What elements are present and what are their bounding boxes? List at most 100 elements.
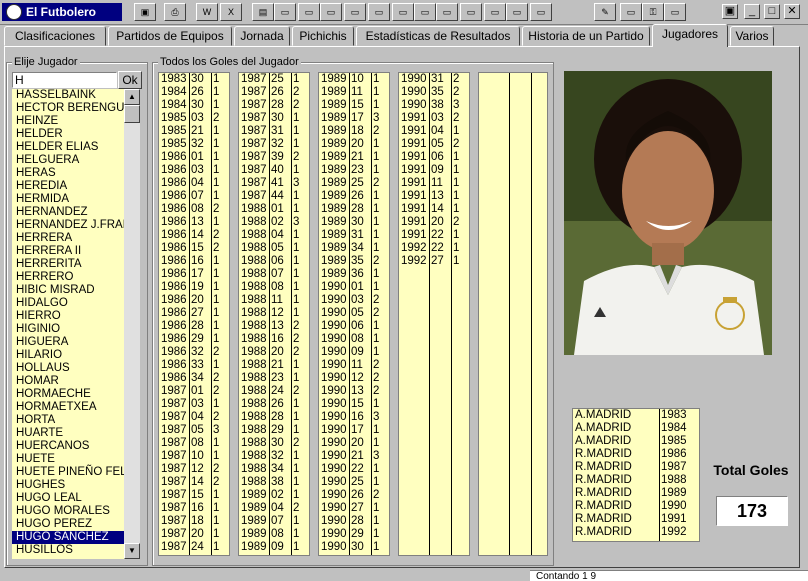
toolbar-window-icon[interactable]: ▭ [484,3,506,21]
player-list-item[interactable]: HORMAECHE [12,388,124,401]
goal-year: 1989 [241,528,267,540]
goal-goals: 1 [293,294,300,306]
toolbar-window-icon[interactable]: ▭ [664,3,686,21]
goal-year: 1989 [321,255,347,267]
player-list-item[interactable]: HEINZE [12,115,124,128]
scroll-down-icon[interactable]: ▼ [124,543,140,559]
player-list-item[interactable]: HERMIDA [12,193,124,206]
goal-row: 1990 20 1 [319,437,389,450]
player-search-input[interactable]: H [12,72,117,88]
toolbar-window-icon[interactable]: ▭ [320,3,342,21]
player-list-item[interactable]: HERRERA II [12,245,124,258]
tab-partidos-de-equipos[interactable]: Partidos de Equipos [108,26,232,46]
toolbar-word-icon[interactable]: W [196,3,218,21]
player-list-item[interactable]: HORMAETXEA [12,401,124,414]
toolbar-excel-icon[interactable]: X [220,3,242,21]
toolbar-window-icon[interactable]: ▭ [414,3,436,21]
goal-goals: 2 [293,151,300,163]
toolbar-window-icon[interactable]: ▭ [344,3,366,21]
goal-matchday: 34 [351,242,364,254]
goal-matchday: 16 [351,411,364,423]
player-list-item[interactable]: HERAS [12,167,124,180]
player-list-item[interactable]: HUGO LEAL [12,492,124,505]
player-list-item[interactable]: HIDALGO [12,297,124,310]
toolbar-window-icon[interactable]: ▭ [460,3,482,21]
goal-year: 1990 [321,515,347,527]
app-icon-button[interactable]: ▣ [722,4,738,19]
player-list-scrollbar[interactable]: ▲ ▼ [124,89,140,559]
scroll-up-icon[interactable]: ▲ [124,89,140,105]
goal-year: 1989 [321,164,347,176]
toolbar-save-icon[interactable]: ▣ [134,3,156,21]
tab-clasificaciones[interactable]: Clasificaciones [4,26,106,46]
toolbar-window-icon[interactable]: ▭ [436,3,458,21]
player-list-item[interactable]: HUETE [12,453,124,466]
toolbar-window-icon[interactable]: ▭ [368,3,390,21]
player-list-item[interactable]: HUGO MORALES [12,505,124,518]
toolbar-window-icon[interactable]: ▭ [298,3,320,21]
player-list-item[interactable]: HELGUERA [12,154,124,167]
player-list-item[interactable]: HIGINIO [12,323,124,336]
player-list-item[interactable]: HOLLAUS [12,362,124,375]
tab-varios[interactable]: Varios [730,26,774,46]
toolbar-window-icon[interactable]: ▭ [620,3,642,21]
player-list-item[interactable]: HASSELBAINK [12,89,124,102]
scroll-thumb[interactable] [124,105,140,123]
toolbar-book-icon[interactable]: ▤ [252,3,274,21]
toolbar-pdf-icon[interactable]: ✎ [594,3,616,21]
player-list-item[interactable]: HOMAR [12,375,124,388]
goal-matchday: 15 [191,489,204,501]
toolbar-window-icon[interactable]: ▭ [274,3,296,21]
total-goals-label: Total Goles [713,462,789,478]
player-list-item[interactable]: HEREDIA [12,180,124,193]
maximize-button[interactable]: □ [764,4,780,19]
goal-matchday: 16 [191,255,204,267]
goal-row: 1990 16 3 [319,411,389,424]
club-year: 1986 [661,448,687,460]
player-list-item[interactable]: HERRERITA [12,258,124,271]
goal-row: 1989 09 1 [239,541,309,554]
goal-matchday: 11 [271,294,283,306]
player-list-item[interactable]: HUGO PEREZ [12,518,124,531]
ok-button[interactable]: Ok [118,71,142,89]
player-list-item[interactable]: HERNANDEZ [12,206,124,219]
player-list-item[interactable]: HIGUERA [12,336,124,349]
player-list-item[interactable]: HERNANDEZ J.FRAN [12,219,124,232]
club-year: 1985 [661,435,687,447]
player-list-item[interactable]: HUGHES [12,479,124,492]
player-list-item[interactable]: HIERRO [12,310,124,323]
toolbar-print-icon[interactable]: ⎙ [164,3,186,21]
player-list-item[interactable]: HELDER ELIAS [12,141,124,154]
tab-estad-sticas-de-resultados[interactable]: Estadísticas de Resultados [356,26,520,46]
player-list-item[interactable]: HIBIC MISRAD [12,284,124,297]
player-list-item[interactable]: HERRERA [12,232,124,245]
player-list-item[interactable]: HELDER [12,128,124,141]
close-button[interactable]: ✕ [784,4,800,19]
goal-goals: 2 [373,372,380,384]
goal-year: 1990 [321,541,347,553]
toolbar-window-icon[interactable]: ▭ [392,3,414,21]
player-list[interactable]: HASSELBAINK HECTOR BERENGUE HEINZE HELDER HE… [12,89,124,559]
club-name: A.MADRID [575,422,632,434]
toolbar-window-icon[interactable]: ▭ [530,3,552,21]
toolbar-window-icon[interactable]: ▭ [506,3,528,21]
player-list-item[interactable]: HUETE PINEÑO FELI [12,466,124,479]
tab-jornada[interactable]: Jornada [234,26,290,46]
minimize-button[interactable]: _ [744,4,760,19]
player-list-item[interactable]: HERRERO [12,271,124,284]
player-list-item[interactable]: HORTA [12,414,124,427]
player-list-item[interactable]: HUGO SANCHEZ [12,531,124,544]
goal-matchday: 25 [271,73,284,85]
tab-pichichis[interactable]: Pichichis [292,26,354,46]
player-list-item[interactable]: HECTOR BERENGUE [12,102,124,115]
tab-jugadores[interactable]: Jugadores [652,24,728,47]
goal-matchday: 17 [191,268,204,280]
player-list-item[interactable]: HUARTE [12,427,124,440]
toolbar-key-icon[interactable]: ⚿ [642,3,664,21]
tab-historia-de-un-partido[interactable]: Historia de un Partido [522,26,650,46]
window-icon: ▭ [350,7,360,17]
player-list-item[interactable]: HUERCANOS [12,440,124,453]
player-list-item[interactable]: HILARIO [12,349,124,362]
player-list-item[interactable]: HUSILLOS [12,544,124,557]
goal-goals: 1 [373,333,380,345]
